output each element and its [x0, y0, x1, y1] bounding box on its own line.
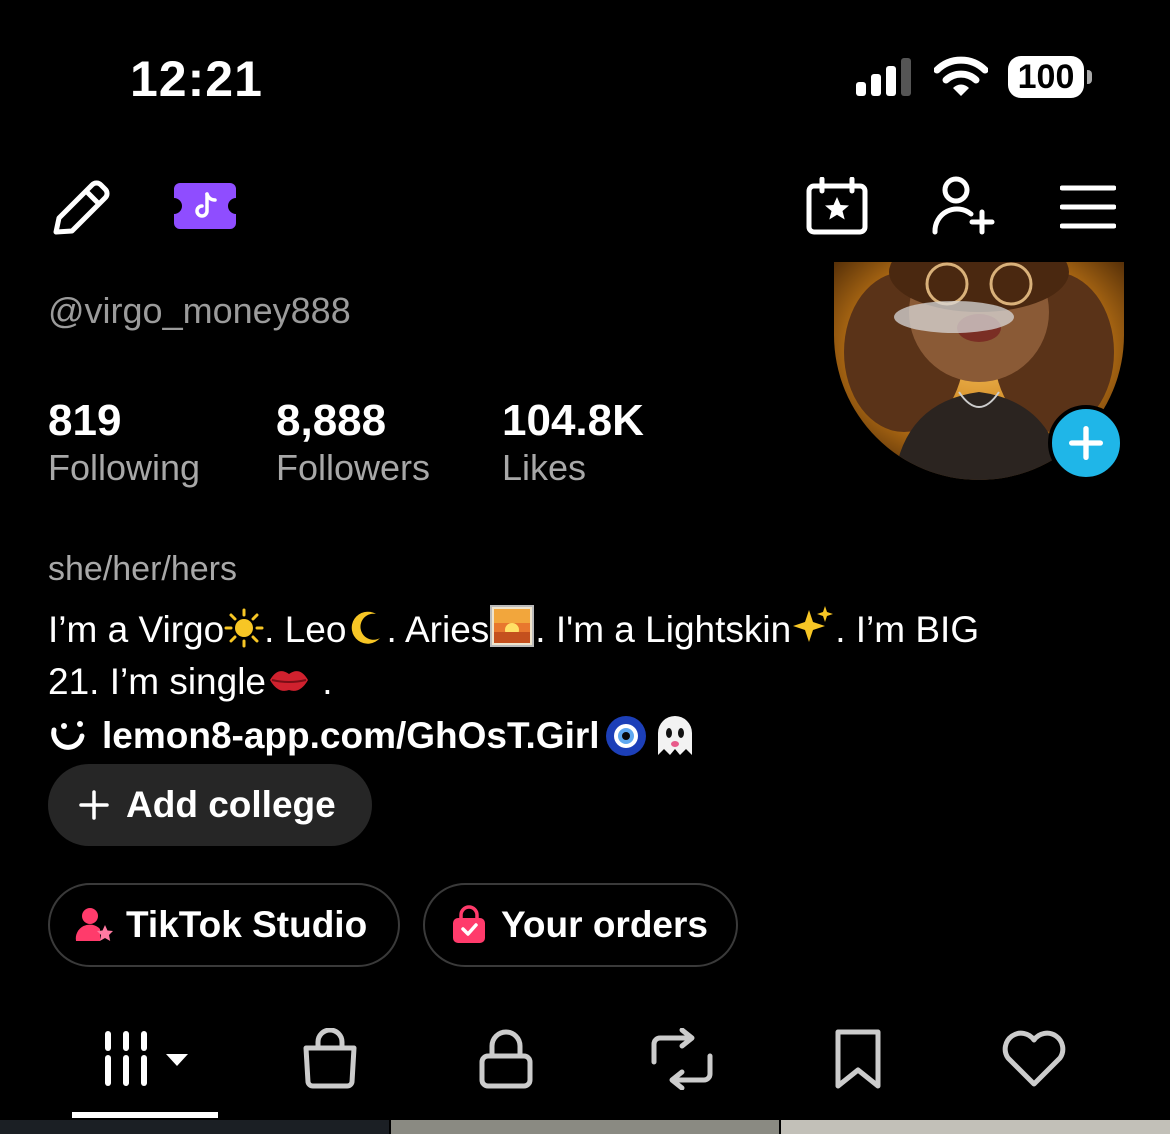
followers-label: Followers	[276, 447, 431, 488]
bio-text: .	[312, 661, 333, 702]
link-icon	[51, 721, 85, 750]
lock-icon[interactable]	[478, 1028, 534, 1090]
battery-tip	[1087, 70, 1092, 84]
wifi-icon	[934, 56, 988, 96]
profile-link-text: lemon8-app.com/GhOsT.Girl	[102, 715, 600, 756]
followers-stat[interactable]: 8,888 Followers	[276, 396, 430, 490]
add-college-label: Add college	[126, 784, 336, 825]
bio-text: . I'm a Lightskin	[535, 609, 792, 650]
add-story-plus-icon[interactable]	[1048, 405, 1124, 481]
tiktok-ticket-icon[interactable]	[172, 181, 238, 231]
following-label: Following	[48, 447, 201, 488]
tiktok-studio-button[interactable]: TikTok Studio	[48, 883, 400, 967]
active-tab-indicator	[72, 1112, 218, 1118]
followers-count: 8,888	[276, 396, 387, 445]
bookmark-icon[interactable]	[832, 1028, 884, 1090]
calendar-star-icon[interactable]	[806, 177, 868, 235]
crescent-moon-emoji-icon	[352, 611, 381, 644]
battery-icon: 100	[1008, 56, 1092, 100]
bio-text: 21. I’m single	[48, 661, 266, 702]
bio-text: . I’m BIG	[835, 609, 980, 650]
your-orders-button[interactable]: Your orders	[423, 883, 738, 967]
ghost-emoji-icon	[657, 716, 692, 755]
shop-bag-icon[interactable]	[300, 1028, 360, 1090]
bio-text: I’m a Virgo	[48, 609, 225, 650]
nazar-amulet-emoji-icon	[605, 716, 646, 756]
bio-text: . Aries	[386, 609, 490, 650]
sunrise-emoji-icon	[490, 605, 535, 647]
bio-text: . Leo	[264, 609, 347, 650]
signal-icon	[856, 58, 911, 96]
battery-level: 100	[1008, 56, 1084, 98]
bio-line-2: 21. I’m single .	[48, 656, 1128, 708]
kiss-mark-emoji-icon	[270, 671, 308, 691]
video-thumbnail[interactable]	[781, 1120, 1170, 1134]
pronouns: she/her/hers	[48, 550, 237, 588]
menu-icon[interactable]	[1060, 184, 1116, 230]
studio-person-star-icon	[75, 908, 113, 941]
bio: I’m a Virgo . Leo . Aries . I'm a Lightskin…	[48, 604, 1128, 708]
following-stat[interactable]: 819 Following	[48, 396, 200, 490]
add-college-button[interactable]: Add college	[48, 764, 372, 846]
sun-emoji-icon	[224, 608, 264, 648]
likes-stat[interactable]: 104.8K Likes	[502, 396, 644, 490]
username: @virgo_money888	[48, 290, 351, 331]
sparkles-emoji-icon	[793, 606, 834, 642]
orders-bag-icon	[453, 905, 485, 943]
likes-count: 104.8K	[502, 396, 644, 445]
video-thumbnail[interactable]	[390, 1120, 780, 1134]
add-friend-icon[interactable]	[930, 176, 996, 236]
videos-grid-icon[interactable]	[100, 1028, 192, 1090]
repost-icon[interactable]	[648, 1028, 716, 1090]
following-count: 819	[48, 396, 122, 445]
video-grid-preview	[0, 1120, 1170, 1134]
your-orders-label: Your orders	[501, 904, 708, 945]
tiktok-studio-label: TikTok Studio	[126, 904, 368, 945]
likes-label: Likes	[502, 447, 587, 488]
video-thumbnail[interactable]	[0, 1120, 389, 1134]
profile-link[interactable]: lemon8-app.com/GhOsT.Girl	[48, 708, 700, 764]
heart-icon[interactable]	[1000, 1028, 1068, 1090]
plus-icon	[79, 790, 109, 820]
pencil-icon[interactable]	[50, 178, 112, 238]
status-time: 12:21	[130, 51, 263, 107]
bio-line-1: I’m a Virgo . Leo . Aries . I'm a Lightskin…	[48, 604, 1128, 656]
